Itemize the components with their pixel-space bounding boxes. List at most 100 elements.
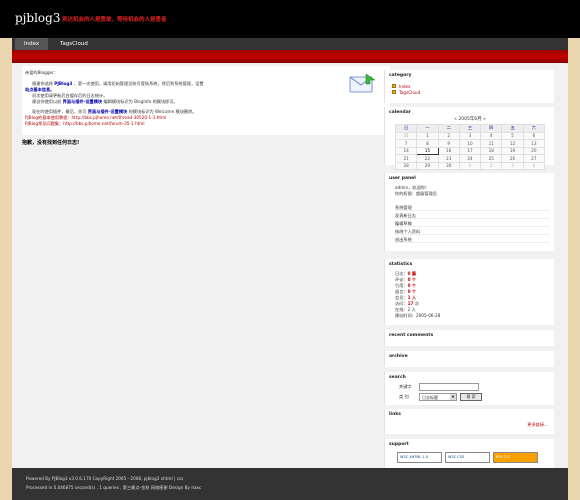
site-header: pjblog3 到达机会的人是勇敢，等待机会的人是勇者 bbox=[0, 0, 580, 38]
weekday-header: 一 bbox=[416, 124, 439, 133]
search-button[interactable]: 搜 索 bbox=[460, 393, 482, 401]
calendar-day: 19 bbox=[501, 146, 524, 155]
welcome-text: 编辑模块标识为 BlogInfo 的模块即可。 bbox=[103, 99, 178, 104]
category-item-index[interactable]: Index bbox=[399, 84, 411, 89]
welcome-line: 建议你使用以前 界面与插件-设置模块 编辑模块标识为 BlogInfo 的模块即… bbox=[32, 99, 178, 105]
calendar-day: 20 bbox=[522, 146, 546, 155]
panel-title: user panel bbox=[389, 176, 416, 181]
panel-title: links bbox=[389, 412, 401, 417]
calendar-day: 29 bbox=[416, 161, 439, 170]
main-content: 亲爱的Blogger： 感谢你选择 PJBlog3 ，第一次使用，请用初始管理员… bbox=[22, 66, 390, 146]
calendar-day: 3 bbox=[501, 161, 524, 170]
user-link-profile[interactable]: 修改个人资料 bbox=[395, 228, 550, 235]
calendar-day: 22 bbox=[416, 154, 439, 163]
w3c-css-badge[interactable]: W3C CSS bbox=[445, 452, 490, 463]
search-category-label: 类 别 bbox=[399, 394, 409, 399]
category-item-tagscloud[interactable]: TagsCloud bbox=[399, 90, 420, 95]
search-input[interactable] bbox=[419, 383, 479, 391]
panel-title: category bbox=[389, 73, 412, 78]
calendar-day: 5 bbox=[501, 131, 524, 140]
mail-icon bbox=[349, 73, 376, 93]
module-settings-link[interactable]: 界面与插件-设置模块 bbox=[88, 109, 127, 114]
chevron-down-icon: ▼ bbox=[450, 394, 456, 400]
weekday-header: 三 bbox=[458, 124, 482, 133]
folder-icon bbox=[392, 90, 396, 94]
panel-title: archive bbox=[389, 354, 408, 359]
page-container: 亲爱的Blogger： 感谢你选择 PJBlog3 ，第一次使用，请用初始管理员… bbox=[12, 63, 568, 469]
calendar-day: 1 bbox=[416, 131, 439, 140]
weekday-header: 二 bbox=[437, 124, 460, 133]
welcome-text: 现在的使用插件，最后，你可 bbox=[32, 109, 87, 114]
more-links-link[interactable]: 更多链接... bbox=[527, 422, 548, 428]
statistics-panel: statistics 日志：0 篇 评论：0 个 引用：0 个 留言：0 个 会… bbox=[384, 259, 554, 325]
welcome-message: 亲爱的Blogger： 感谢你选择 PJBlog3 ，第一次使用，请用初始管理员… bbox=[22, 66, 390, 135]
calendar-month-nav[interactable]: « 2005年6月 » bbox=[385, 116, 555, 122]
welcome-greeting: 亲爱的Blogger： bbox=[25, 70, 58, 75]
calendar-day: 28 bbox=[394, 161, 418, 170]
calendar-panel: calendar « 2005年6月 » 日 一 二 三 四 五 六 31 1 … bbox=[384, 107, 555, 170]
calendar-day: 27 bbox=[522, 154, 546, 163]
calendar-day: 6 bbox=[522, 131, 546, 140]
rss-badge[interactable]: RSS 2.0 bbox=[493, 452, 538, 463]
site-footer: Powered By PJBlog3 v3.0.6.170 CopyRight … bbox=[12, 468, 568, 500]
footer-copyright: Powered By PJBlog3 v3.0.6.170 CopyRight … bbox=[26, 476, 184, 481]
calendar-day: 2 bbox=[480, 161, 503, 170]
welcome-text: 的模块标识为 Welcome 模块删除。 bbox=[128, 109, 197, 114]
panel-title: calendar bbox=[389, 110, 411, 115]
calendar-day: 11 bbox=[480, 139, 503, 148]
calendar-day: 4 bbox=[522, 161, 546, 170]
nav-item-tagscloud[interactable]: TagsCloud bbox=[51, 38, 97, 50]
calendar-day: 9 bbox=[437, 139, 460, 148]
w3c-xhtml-badge[interactable]: W3C XHTML 1.0 bbox=[397, 452, 442, 463]
weekday-header: 日 bbox=[394, 124, 418, 133]
user-panel: user panel admin，欢迎你！ 你的权限：超级管理员 系统管理 发表… bbox=[384, 173, 554, 251]
site-slogan: 到达机会的人是勇敢，等待机会的人是勇者 bbox=[62, 17, 167, 23]
archive-panel: archive bbox=[384, 351, 554, 367]
main-nav: Index TagsCloud bbox=[12, 38, 568, 50]
stat-since: 建站时间：2005-06-28 bbox=[395, 313, 441, 318]
user-link-drafts[interactable]: 编辑草稿 bbox=[395, 220, 550, 227]
calendar-day: 18 bbox=[480, 146, 503, 155]
recent-comments-panel: recent comments bbox=[384, 330, 554, 346]
calendar-day: 17 bbox=[458, 146, 482, 155]
calendar-day: 4 bbox=[480, 131, 503, 140]
welcome-text: 建议你使用以前 bbox=[32, 99, 62, 104]
search-keyword-label: 关键字 bbox=[399, 384, 412, 389]
search-category-value: 日志标题 bbox=[422, 395, 438, 400]
user-role: 你的权限：超级管理员 bbox=[395, 191, 437, 196]
calendar-day: 2 bbox=[437, 131, 460, 140]
user-link-new-post[interactable]: 发表新日志 bbox=[395, 212, 550, 219]
panel-title: statistics bbox=[389, 262, 413, 267]
calendar-day: 1 bbox=[458, 161, 482, 170]
calendar-day: 26 bbox=[501, 154, 524, 163]
user-link-logout[interactable]: 退出系统 bbox=[395, 236, 550, 243]
site-title[interactable]: pjblog3 bbox=[15, 11, 60, 25]
calendar-day: 24 bbox=[458, 154, 482, 163]
calendar-day: 8 bbox=[416, 139, 439, 148]
calendar-day: 23 bbox=[437, 154, 460, 163]
user-link-admin[interactable]: 系统管理 bbox=[395, 204, 550, 211]
footer-stats: Processed in 0.046875 second(s) , 1 quer… bbox=[26, 485, 202, 490]
welcome-line: 感谢你选择 PJBlog3 ，第一次使用，请用初始管理员账号登陆系统，然后到系统… bbox=[32, 81, 204, 87]
weekday-header: 五 bbox=[501, 124, 524, 133]
pjblog-link[interactable]: PJBlog3 bbox=[54, 81, 72, 86]
module-settings-link[interactable]: 界面与插件-设置模块 bbox=[63, 99, 102, 104]
calendar-day: 13 bbox=[522, 139, 546, 148]
category-panel: category Index TagsCloud bbox=[384, 70, 554, 103]
panel-title: support bbox=[389, 442, 409, 447]
calendar-day: 12 bbox=[501, 139, 524, 148]
welcome-text: 感谢你选择 bbox=[32, 81, 53, 86]
calendar-day: 3 bbox=[458, 131, 482, 140]
header-banner-bar bbox=[12, 50, 568, 63]
calendar-grid: 日 一 二 三 四 五 六 31 1 2 3 4 5 6 7 8 9 10 11… bbox=[394, 124, 546, 170]
calendar-day: 16 bbox=[437, 146, 460, 155]
calendar-day: 21 bbox=[394, 154, 418, 163]
no-posts-message: 抱歉，没有找到任何日志! bbox=[22, 140, 80, 146]
support-panel: support W3C XHTML 1.0 W3C CSS RSS 2.0 bbox=[384, 439, 554, 469]
calendar-day: 10 bbox=[458, 139, 482, 148]
calendar-day-today: 15 bbox=[416, 146, 439, 155]
links-panel: links 更多链接... bbox=[384, 409, 554, 434]
search-category-select[interactable]: 日志标题 ▼ bbox=[419, 393, 457, 401]
nav-item-index[interactable]: Index bbox=[15, 38, 49, 50]
faq-link[interactable]: PJBlog常见问题集：http://bbs.pjhome.net/forum-… bbox=[25, 121, 144, 127]
